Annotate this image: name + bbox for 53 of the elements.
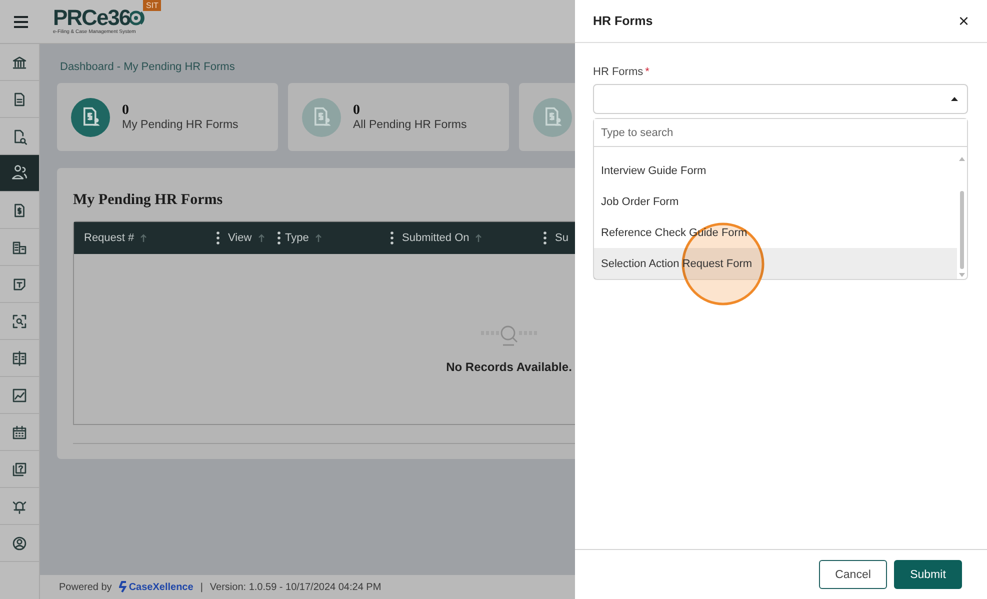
logo-text: PRCe36 (53, 4, 130, 30)
column-header[interactable]: Type (285, 232, 309, 244)
note-icon (11, 276, 28, 292)
sort-icon[interactable] (140, 234, 148, 242)
menu-icon[interactable] (13, 14, 29, 28)
drawer-title: HR Forms (593, 14, 653, 28)
field-label: HR Forms * (593, 66, 650, 78)
help-icon (11, 460, 28, 478)
column-header[interactable]: Su (555, 232, 568, 244)
close-button[interactable]: × (958, 10, 969, 32)
dropdown-option[interactable]: Interview Guide Form (594, 155, 957, 186)
stat-count: 0 (122, 103, 130, 119)
calendar-icon (11, 424, 28, 440)
stat-label: All Pending HR Forms (353, 119, 467, 131)
column-header[interactable]: Submitted On (402, 232, 470, 244)
powered-by-text: Powered by (59, 582, 112, 592)
column-header[interactable]: View (228, 232, 252, 244)
stat-card[interactable]: 0 All Pending HR Forms (288, 83, 509, 151)
column-menu-icon[interactable] (277, 231, 281, 245)
cancel-button[interactable]: Cancel (819, 560, 887, 589)
column-header[interactable]: Request # (84, 232, 134, 244)
column-menu-icon[interactable] (216, 231, 220, 245)
caret-icon (951, 97, 958, 101)
select-field[interactable] (593, 84, 968, 114)
chart-icon (11, 386, 28, 404)
column-menu-icon[interactable] (390, 231, 394, 245)
brand-name: CaseXellence (128, 582, 194, 592)
sort-icon[interactable] (475, 234, 482, 242)
building-icon (11, 238, 28, 256)
version-text: Version: 1.0.59 - 10/17/2024 04:24 PM (210, 582, 382, 592)
brand-icon (118, 581, 127, 593)
sort-icon[interactable] (314, 234, 322, 242)
user-icon (11, 534, 28, 552)
sidebar-item[interactable] (0, 155, 39, 192)
book-icon (11, 350, 28, 366)
stat-label: My Pending HR Forms (122, 119, 238, 131)
sort-icon[interactable] (258, 234, 265, 242)
dropdown-option[interactable]: Job Order Form (594, 186, 957, 217)
stat-count: 0 (353, 103, 361, 119)
required-marker: * (645, 66, 650, 78)
environment-badge: SIT (143, 0, 162, 10)
column-menu-icon[interactable] (543, 231, 547, 245)
empty-message: No Records Available. (446, 360, 572, 374)
scan-icon (11, 312, 28, 330)
panel-title: My Pending HR Forms (73, 192, 223, 209)
search-field[interactable]: Type to search (594, 119, 967, 147)
submit-button[interactable]: Submit (894, 560, 962, 589)
scrollbar[interactable] (957, 155, 967, 279)
people-icon (11, 164, 28, 182)
logo-icon (130, 8, 146, 26)
stat-card[interactable]: 0 My Pending HR Forms (57, 83, 278, 151)
separator: | (200, 582, 203, 592)
no-records-icon (479, 324, 539, 348)
